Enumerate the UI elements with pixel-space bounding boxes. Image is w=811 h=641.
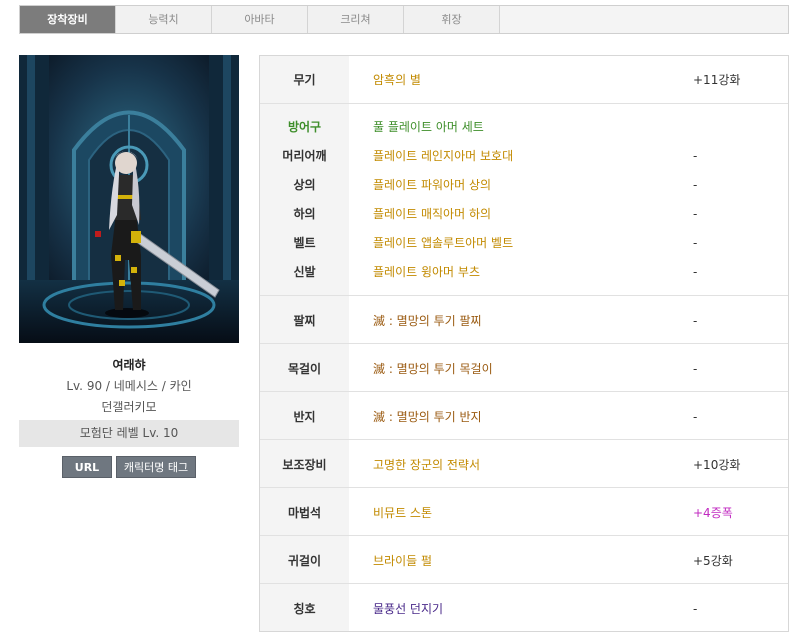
slot-label: 반지 [293,410,316,424]
enhance-value: - [693,314,698,328]
equip-row-support: 보조장비 고명한 장군의 전략서 +10강화 [260,440,788,488]
item-name[interactable]: 滅 : 멸망의 투기 목걸이 [373,361,493,377]
equip-row-earring: 귀걸이 브라이들 펄 +5강화 [260,536,788,584]
equipment-tab-bar: 장착장비 능력치 아바타 크리쳐 휘장 [19,5,789,34]
enhance-value: - [693,178,698,192]
slot-label: 방어구 [287,120,322,134]
slot-label: 벨트 [293,236,316,250]
equip-row-weapon: 무기 암흑의 별 +11강화 [260,56,788,104]
item-name[interactable]: 플레이트 윙아머 부츠 [373,264,480,280]
enhance-value: - [693,265,698,279]
tab-avatar[interactable]: 아바타 [212,6,308,33]
item-name[interactable]: 비뮤트 스톤 [373,505,432,521]
enhance-value: - [693,149,698,163]
item-name[interactable]: 물풍선 던지기 [373,601,443,617]
item-name[interactable]: 고명한 장군의 전략서 [373,457,480,473]
slot-label: 상의 [293,178,316,192]
equip-row-title: 칭호 물풍선 던지기 - [260,584,788,631]
equip-row-magic-stone: 마법석 비뮤트 스톤 +4증폭 [260,488,788,536]
adventure-level-badge: 모험단 레벨 Lv. 10 [19,420,239,447]
enhance-value: +11강화 [693,73,741,87]
enhance-value: +10강화 [693,458,741,472]
slot-label: 팔찌 [293,314,316,328]
enhance-value: - [693,236,698,250]
item-name[interactable]: 滅 : 멸망의 투기 반지 [373,409,482,425]
character-level-class: Lv. 90 / 네메시스 / 카인 [66,379,192,393]
tab-stats[interactable]: 능력치 [116,6,212,33]
item-name[interactable]: 플레이트 매직아머 하의 [373,206,491,222]
armor-set-name[interactable]: 풀 플레이트 아머 세트 [373,119,484,135]
slot-label: 칭호 [293,602,316,616]
url-button[interactable]: URL [62,456,112,478]
item-name[interactable]: 플레이트 레인지아머 보호대 [373,148,513,164]
slot-label: 신발 [293,265,316,279]
equip-row-armor: 방어구 풀 플레이트 아머 세트 머리어깨 플레이트 레인지아머 보호대 - 상… [260,104,788,296]
equip-row-necklace: 목걸이 滅 : 멸망의 투기 목걸이 - [260,344,788,392]
equip-row-bracelet: 팔찌 滅 : 멸망의 투기 팔찌 - [260,296,788,344]
slot-label: 하의 [293,207,316,221]
equipment-table: 무기 암흑의 별 +11강화 방어구 풀 플레이트 아머 세트 머리어깨 플레이… [259,55,789,632]
item-name[interactable]: 플레이트 파워아머 상의 [373,177,491,193]
slot-label: 목걸이 [287,362,322,376]
character-tag-button[interactable]: 캐릭터명 태그 [116,456,196,478]
slot-label: 무기 [293,73,316,87]
enhance-value: - [693,602,698,616]
slot-label: 보조장비 [282,458,327,472]
character-portrait [19,55,239,343]
equip-row-ring: 반지 滅 : 멸망의 투기 반지 - [260,392,788,440]
character-illustration [19,55,239,343]
item-name[interactable]: 브라이들 펄 [373,553,432,569]
tab-equipped-gear[interactable]: 장착장비 [20,6,116,33]
enhance-value: - [693,362,698,376]
character-guild: 던갤러키모 [101,400,157,414]
item-name[interactable]: 滅 : 멸망의 투기 팔찌 [373,313,482,329]
enhance-value: - [693,410,698,424]
slot-label: 귀걸이 [287,554,322,568]
character-name: 여래햐 [112,358,146,372]
slot-label: 마법석 [287,506,322,520]
item-name[interactable]: 플레이트 앱솔루트아머 벨트 [373,235,513,251]
tab-creature[interactable]: 크리쳐 [308,6,404,33]
enhance-value: +5강화 [693,554,733,568]
tab-emblem[interactable]: 휘장 [404,6,500,33]
amplify-value: +4증폭 [693,506,733,520]
enhance-value: - [693,207,698,221]
slot-label: 머리어깨 [282,149,327,163]
tab-bar-filler [500,6,788,33]
item-name[interactable]: 암흑의 별 [373,72,421,88]
